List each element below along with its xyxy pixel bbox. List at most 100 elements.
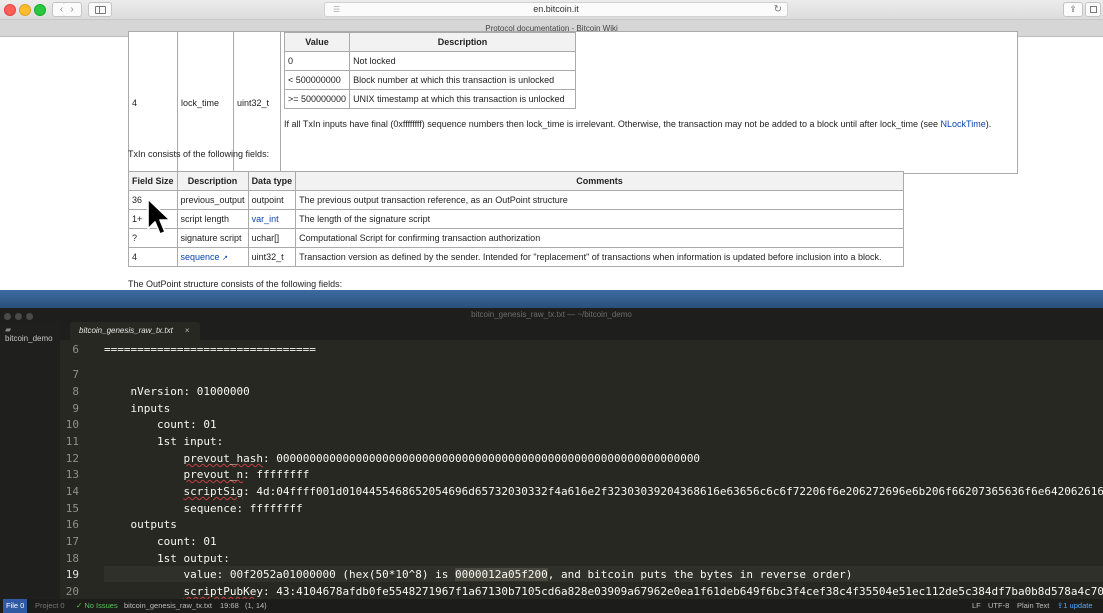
code-area[interactable]: ================================ nVersio…	[104, 340, 1103, 599]
meaning-cell: Block number at which this transaction i…	[349, 70, 577, 90]
editor-tab-label: bitcoin_genesis_raw_tx.txt	[79, 326, 173, 335]
comments-cell: Computational Script for confirming tran…	[295, 228, 904, 248]
update-label: 1 update	[1063, 601, 1093, 610]
data-type-cell: var_int	[247, 209, 297, 229]
syntax-mode[interactable]: Plain Text	[1017, 599, 1049, 613]
line-number: 18	[65, 552, 79, 565]
spelling-underline: prevout_n	[183, 468, 244, 481]
code-line: prevout_hash: 00000000000000000000000000…	[183, 452, 701, 465]
mouse-cursor-icon	[147, 198, 171, 235]
tabs-icon	[1090, 6, 1097, 13]
line-number-current: 19	[65, 568, 79, 581]
encoding[interactable]: UTF-8	[988, 599, 1009, 613]
address-bar[interactable]: ☰ en.bitcoin.it ↻	[324, 2, 788, 17]
txin-intro-text: TxIn consists of the following fields:	[128, 149, 270, 159]
status-filename: bitcoin_genesis_raw_tx.txt	[124, 601, 212, 610]
update-notice[interactable]: ⇪1 update	[1057, 599, 1093, 613]
line-number: 17	[65, 535, 79, 548]
line-number: 9	[72, 402, 79, 415]
table-row: ? signature script uchar[] Computational…	[128, 228, 904, 248]
cursor-position[interactable]: 19:68	[220, 599, 239, 613]
table-row: 1+ script length var_int The length of t…	[128, 209, 904, 229]
code-line: nVersion: 01000000	[104, 385, 250, 398]
minimize-window-button[interactable]	[19, 4, 31, 16]
line-number: 12	[65, 452, 79, 465]
sidebar-toggle-button[interactable]	[88, 2, 112, 17]
browser-toolbar: ‹ › ☰ en.bitcoin.it ↻ ⇪	[0, 0, 1103, 20]
line-number: 14	[65, 485, 79, 498]
comments-cell: Value Description 0 Not locked < 5000000…	[280, 31, 1018, 174]
data-type-cell: uchar[]	[247, 228, 297, 248]
url-text: en.bitcoin.it	[533, 4, 579, 14]
reader-icon: ☰	[333, 5, 341, 14]
table-row: 36 previous_output outpoint The previous…	[128, 190, 904, 210]
table-row: >= 500000000 UNIX timestamp at which thi…	[283, 89, 577, 109]
description-cell: sequence ↗	[176, 247, 249, 267]
desktop-background	[0, 290, 1103, 308]
share-button[interactable]: ⇪	[1063, 2, 1083, 17]
forward-button[interactable]: ›	[63, 2, 82, 17]
code-line: count: 01	[104, 535, 217, 548]
description-cell: signature script	[176, 228, 249, 248]
column-header: Value	[283, 32, 351, 52]
comments-cell: The length of the signature script	[295, 209, 904, 229]
project-count[interactable]: Project 0	[35, 599, 65, 613]
line-number: 11	[65, 435, 79, 448]
code-line: sequence: ffffffff	[104, 502, 303, 515]
show-tabs-button[interactable]	[1085, 2, 1101, 17]
column-header: Description	[176, 171, 249, 191]
note-text: If all TxIn inputs have final (0xfffffff…	[284, 119, 941, 129]
note-text-end: ).	[985, 119, 992, 129]
editor-title-bar: bitcoin_genesis_raw_tx.txt — ~/bitcoin_d…	[0, 308, 1103, 322]
sidebar-icon	[95, 6, 106, 14]
editor-window-title: bitcoin_genesis_raw_tx.txt — ~/bitcoin_d…	[471, 310, 632, 319]
code-line: ================================	[104, 343, 316, 356]
zoom-window-button[interactable]	[34, 4, 46, 16]
column-header: Field Size	[128, 171, 178, 191]
code-line: outputs	[104, 518, 177, 531]
code-line-current: value: 00f2052a01000000 (hex(50*10^8) is…	[104, 568, 853, 581]
data-type-cell: uint32_t	[247, 247, 297, 267]
code-line: count: 01	[104, 418, 217, 431]
line-number: 8	[72, 385, 79, 398]
line-number-gutter: 6 7 8 9 10 11 12 13 14 15 16 17 18 19 20	[60, 340, 104, 599]
line-number: 15	[65, 502, 79, 515]
column-header: Comments	[295, 171, 904, 191]
issues-status[interactable]: ✓ No Issues	[76, 599, 118, 613]
reload-icon[interactable]: ↻	[774, 3, 782, 16]
sidebar-folder[interactable]: ▰ bitcoin_demo	[0, 322, 60, 346]
description-cell: previous_output	[176, 190, 249, 210]
table-row: 4 sequence ↗ uint32_t Transaction versio…	[128, 247, 904, 267]
field-size-cell: 4	[128, 247, 178, 267]
value-cell: 0	[283, 51, 351, 71]
code-line: scriptPubKey: 43:4104678afdb0fe554827196…	[183, 585, 1103, 598]
folder-icon: ▰	[5, 325, 12, 334]
value-cell: >= 500000000	[283, 89, 351, 109]
data-type-cell: outpoint	[247, 190, 297, 210]
var-int-link[interactable]: var_int	[252, 214, 279, 224]
wiki-page: 4 lock_time uint32_t Value Description 0…	[0, 31, 1103, 290]
line-number: 20	[65, 585, 79, 598]
share-icon: ⇪	[1069, 4, 1077, 14]
outpoint-intro-text: The OutPoint structure consists of the f…	[128, 279, 343, 289]
lock-time-note: If all TxIn inputs have final (0xfffffff…	[284, 119, 1014, 129]
editor-sidebar: ▰ bitcoin_demo	[0, 322, 60, 599]
column-header: Data type	[247, 171, 297, 191]
line-number: 16	[65, 518, 79, 531]
selection-info: (1, 14)	[245, 601, 267, 610]
close-window-button[interactable]	[4, 4, 16, 16]
editor-tab[interactable]: bitcoin_genesis_raw_tx.txt ×	[70, 322, 200, 340]
meaning-cell: UNIX timestamp at which this transaction…	[349, 89, 577, 109]
close-tab-icon[interactable]: ×	[185, 326, 190, 335]
line-ending[interactable]: LF	[972, 599, 981, 613]
column-header: Description	[349, 32, 577, 52]
description-cell: script length	[176, 209, 249, 229]
table-row: 0 Not locked	[283, 51, 577, 71]
spelling-underline: prevout_hash	[183, 452, 263, 465]
nlocktime-link[interactable]: NLockTime	[941, 119, 986, 129]
file-count-badge[interactable]: File 0	[3, 599, 28, 613]
code-line: inputs	[104, 402, 171, 415]
meaning-cell: Not locked	[349, 51, 577, 71]
comments-cell: The previous output transaction referenc…	[295, 190, 904, 210]
sequence-link[interactable]: sequence	[181, 252, 220, 262]
